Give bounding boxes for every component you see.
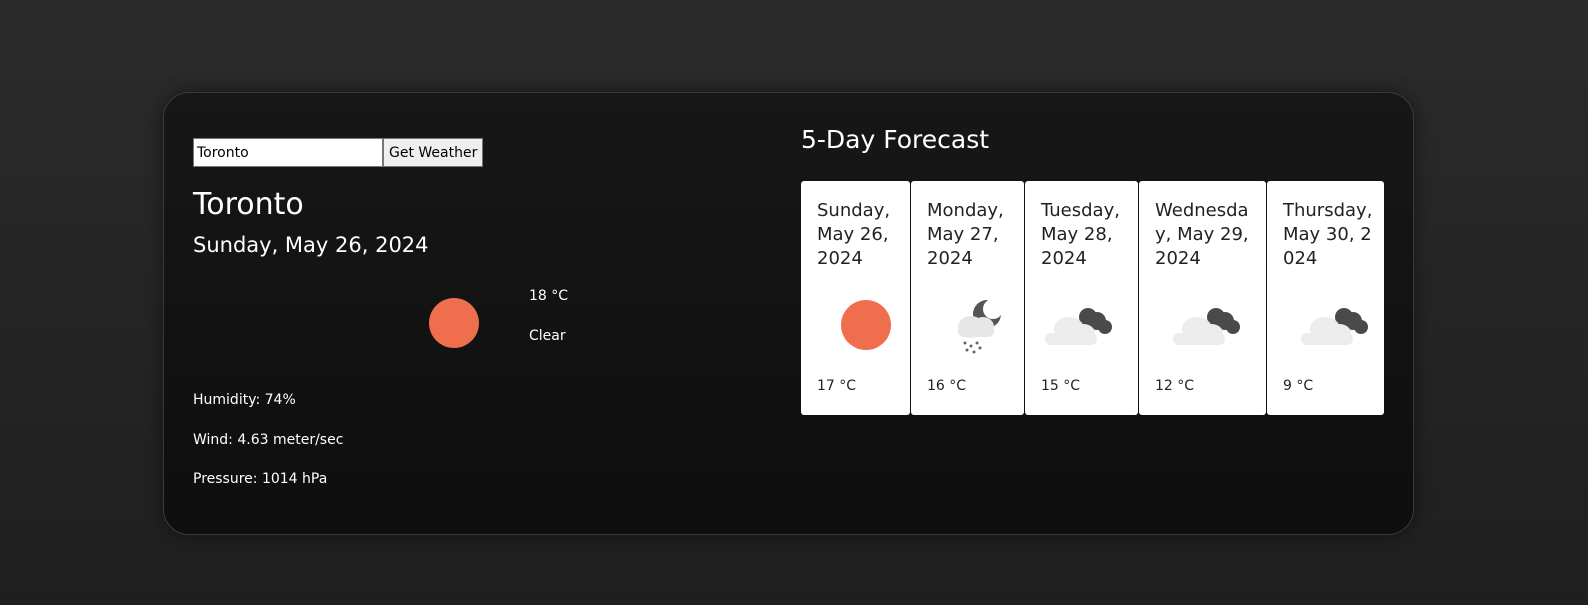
city-search-input[interactable] <box>193 138 383 167</box>
forecast-day-date: Thursday, May 30, 2024 <box>1283 200 1373 269</box>
current-date: Sunday, May 26, 2024 <box>193 233 429 257</box>
cloudy-night-icon <box>1173 308 1240 345</box>
cloudy-night-icon <box>1045 308 1112 345</box>
sun-icon <box>841 300 891 350</box>
get-weather-button[interactable]: Get Weather <box>383 138 484 167</box>
forecast-day-card: Thursday, May 30, 2024 9 °C <box>1267 181 1384 415</box>
forecast-title: 5-Day Forecast <box>801 125 990 154</box>
forecast-day-card: Wednesday, May 29, 2024 12 °C <box>1139 181 1266 415</box>
forecast-day-card: Monday, May 27, 2024 16 °C <box>911 181 1024 415</box>
humidity-text: Humidity: 74% <box>193 392 296 408</box>
cloudy-night-icon <box>1301 308 1368 345</box>
forecast-day-temp: 15 °C <box>1041 378 1081 394</box>
sun-icon <box>429 298 479 348</box>
forecast-day-date: Wednesday, May 29, 2024 <box>1155 200 1249 269</box>
forecast-day-date: Sunday, May 26, 2024 <box>817 200 891 269</box>
current-description: Clear <box>529 328 566 344</box>
pressure-text: Pressure: 1014 hPa <box>193 471 328 487</box>
forecast-day-card: Tuesday, May 28, 2024 15 °C <box>1025 181 1138 415</box>
forecast-day-temp: 9 °C <box>1283 378 1314 394</box>
forecast-day-temp: 16 °C <box>927 378 967 394</box>
snow-night-icon <box>958 299 1003 354</box>
search-bar: Get Weather <box>193 138 484 167</box>
wind-text: Wind: 4.63 meter/sec <box>193 432 344 448</box>
current-temperature: 18 °C <box>529 288 569 304</box>
city-name: Toronto <box>193 187 304 222</box>
forecast-day-temp: 12 °C <box>1155 378 1195 394</box>
forecast-day-date: Monday, May 27, 2024 <box>927 200 1004 269</box>
forecast-day-card: Sunday, May 26, 2024 17 °C <box>801 181 910 415</box>
forecast-day-date: Tuesday, May 28, 2024 <box>1041 200 1120 269</box>
weather-card: Get Weather Toronto Sunday, May 26, 2024… <box>163 92 1414 535</box>
forecast-day-temp: 17 °C <box>817 378 857 394</box>
